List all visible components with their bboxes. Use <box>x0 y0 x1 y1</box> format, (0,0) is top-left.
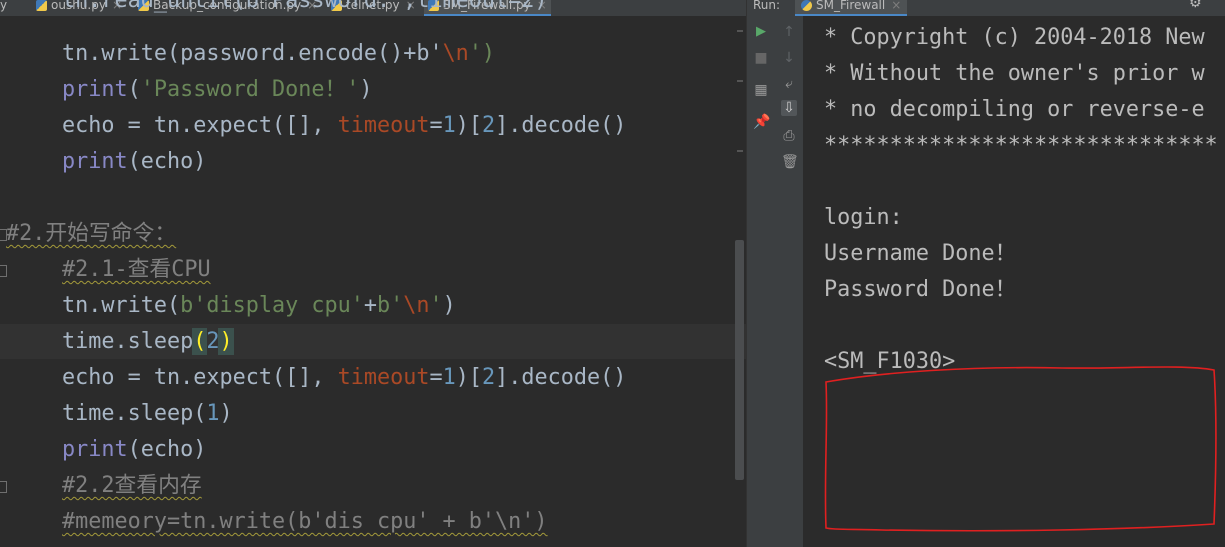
code-text: )[ <box>455 113 482 138</box>
console-line: * no decompiling or reverse-e <box>824 97 1205 122</box>
code-line-read-until: tn.read_until(b'Password:',timeout=2) <box>62 0 548 19</box>
code-line-sleep-2: time.sleep(2) <box>62 324 234 360</box>
code-text: )[ <box>455 365 482 390</box>
code-string: 'Password Done！' <box>140 77 360 102</box>
code-text: tn.read_until(b'Password:',timeout=2) <box>62 0 548 13</box>
builtin-print: print <box>62 77 128 102</box>
code-text: tn.write( <box>62 293 181 318</box>
code-line-print-password: print('Password Done！') <box>62 72 373 108</box>
code-text: ].decode() <box>495 113 627 138</box>
fold-marker-icon[interactable] <box>0 265 7 277</box>
code-line-print-echo-1: print(echo) <box>62 144 206 180</box>
code-text: ) <box>442 293 456 318</box>
console-line: login: <box>824 205 903 230</box>
console-line: Username Done！ <box>824 241 1017 266</box>
scroll-marker <box>737 150 743 152</box>
code-string: b'display cpu' <box>180 293 364 318</box>
code-number: 2 <box>481 113 496 138</box>
code-text: (echo) <box>127 437 207 462</box>
code-text: ].decode() <box>495 365 627 390</box>
code-kwarg: timeout <box>337 113 430 138</box>
matched-brace: ) <box>218 328 234 355</box>
code-text: (echo) <box>127 149 207 174</box>
code-text: = <box>429 365 443 390</box>
python-run-icon <box>801 0 812 11</box>
stop-icon[interactable]: ■ <box>753 50 769 66</box>
code-text: = <box>429 113 443 138</box>
code-text: tn.write(password.encode()+b' <box>62 41 443 66</box>
code-text: time.sleep <box>62 329 194 354</box>
code-line-expect-1: echo = tn.expect([], timeout=1)[2].decod… <box>62 108 626 144</box>
run-label: Run: <box>753 0 781 12</box>
code-text: time.sleep( <box>62 401 207 426</box>
code-text: echo = tn.expect([], <box>62 365 338 390</box>
soft-wrap-icon[interactable]: ⤶ <box>781 76 797 92</box>
code-text: echo = tn.expect([], <box>62 113 338 138</box>
code-line-write-display-cpu: tn.write(b'display cpu'+b'\n') <box>62 288 456 324</box>
annotation-stroke <box>824 366 1217 532</box>
layout-icon[interactable]: ▦ <box>753 82 769 98</box>
code-comment: #2.开始写命令： <box>6 221 177 246</box>
code-string: ') <box>468 41 496 66</box>
console-line: * Without the owner's prior w <box>824 61 1205 86</box>
code-line-comment-cpu: #2.1-查看CPU <box>62 252 211 288</box>
code-number: 1 <box>442 365 456 390</box>
trash-icon[interactable]: 🗑 <box>781 154 799 170</box>
console-line: * Copyright (c) 2004-2018 New <box>824 25 1205 50</box>
builtin-print: print <box>62 149 128 174</box>
red-annotation-outline <box>824 366 1217 532</box>
up-arrow-icon[interactable]: ↑ <box>781 24 797 40</box>
code-comment: #2.1-查看CPU <box>62 257 211 282</box>
console-line: ****************************** <box>824 133 1218 158</box>
fold-marker-icon[interactable] <box>0 229 7 241</box>
editor-scrollbar-thumb[interactable] <box>735 240 744 480</box>
code-text: + <box>363 293 377 318</box>
code-line-comment-memory: #2.2查看内存 <box>62 468 202 504</box>
run-toolbar-right: ↑ ↓ ⤶ ⇩ ⎙ 🗑 <box>775 16 803 547</box>
code-string: b' <box>376 293 404 318</box>
code-area[interactable]: tn.read_until(b'Password:',timeout=2) tn… <box>0 0 746 547</box>
pin-icon[interactable]: 📌 <box>753 114 770 130</box>
matched-brace: ( <box>192 328 208 355</box>
code-line-comment-section: #2.开始写命令： <box>6 216 176 252</box>
escape-seq: \n <box>403 293 430 318</box>
escape-seq: \n <box>442 41 469 66</box>
code-number: 1 <box>442 113 456 138</box>
code-line-sleep-1: time.sleep(1) <box>62 396 233 432</box>
code-kwarg: timeout <box>337 365 430 390</box>
code-line-print-echo-2: print(echo) <box>62 432 206 468</box>
code-string: ' <box>429 293 443 318</box>
code-line-expect-2: echo = tn.expect([], timeout=1)[2].decod… <box>62 360 626 396</box>
code-comment: #memeory=tn.write(b'dis cpu' + b'\n') <box>62 509 548 534</box>
scroll-marker <box>737 80 743 82</box>
builtin-print: print <box>62 437 128 462</box>
fold-marker-icon[interactable] <box>0 481 7 493</box>
code-number: 2 <box>206 329 220 354</box>
print-icon[interactable]: ⎙ <box>781 128 797 144</box>
down-arrow-icon[interactable]: ↓ <box>781 50 797 66</box>
code-comment: #2.2查看内存 <box>62 473 202 498</box>
code-text: ( <box>127 77 141 102</box>
console-line: Password Done！ <box>824 277 1017 302</box>
rerun-icon[interactable]: ▶ <box>753 24 769 40</box>
scroll-to-end-icon[interactable]: ⇩ <box>781 100 797 116</box>
code-line-comment-memeory: #memeory=tn.write(b'dis cpu' + b'\n') <box>62 504 548 540</box>
code-text: ) <box>219 401 233 426</box>
code-editor[interactable]: y oushu.py × Backup_configuration.py × tel… <box>0 0 746 547</box>
run-toolbar-left: ▶ ■ ▦ 📌 <box>747 16 776 547</box>
scroll-marker <box>737 30 743 32</box>
code-line-write-password: tn.write(password.encode()+b'\n') <box>62 36 495 72</box>
code-number: 2 <box>481 365 496 390</box>
code-number: 1 <box>206 401 220 426</box>
code-text: ) <box>359 77 373 102</box>
